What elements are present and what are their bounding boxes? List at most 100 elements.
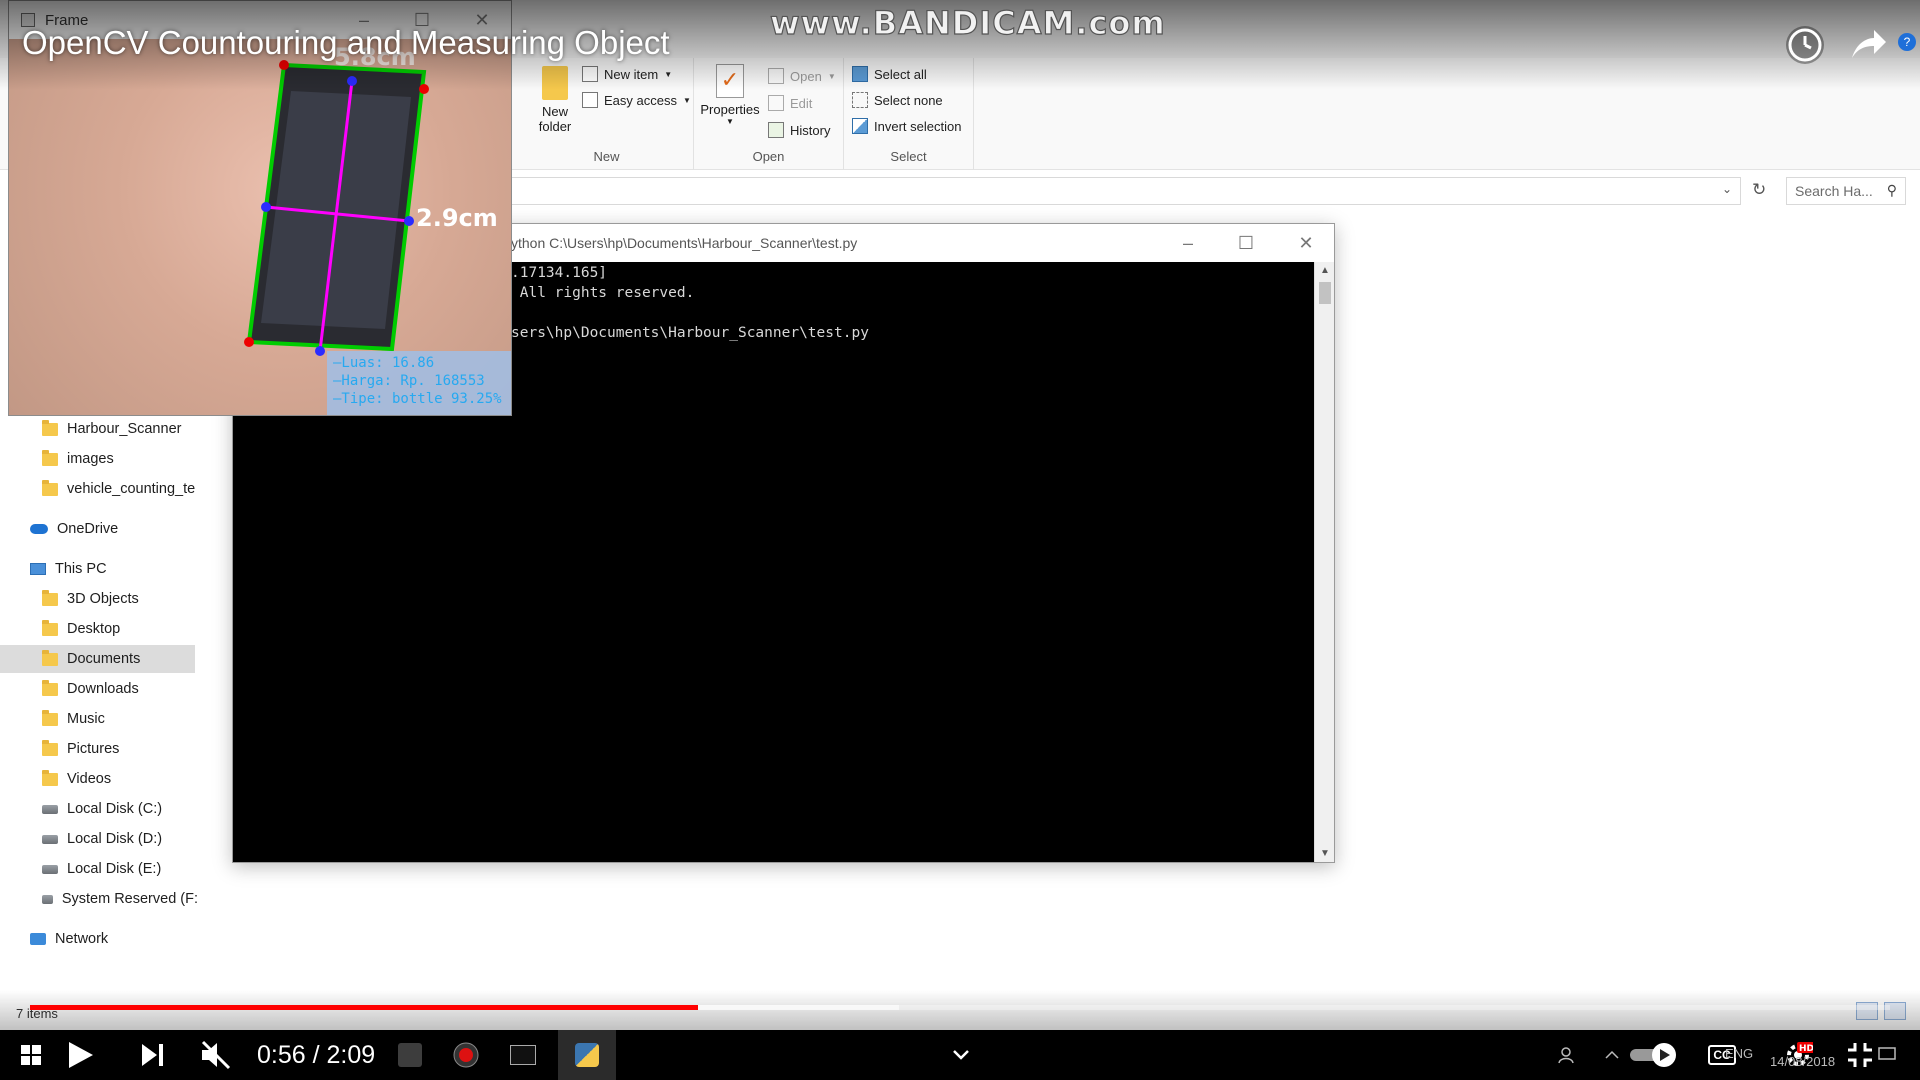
properties-label: Properties xyxy=(700,102,760,117)
onedrive-cloud-icon xyxy=(30,524,48,534)
sidebar-item-local-disk-c[interactable]: Local Disk (C:) xyxy=(0,795,198,823)
select-none-icon xyxy=(852,92,868,108)
sidebar-item-label: Documents xyxy=(67,651,141,667)
new-item-button[interactable]: New item ▼ xyxy=(582,66,672,82)
corner-point xyxy=(244,337,254,347)
share-arrow-icon[interactable] xyxy=(1848,24,1888,64)
dropdown-arrow-icon: ▼ xyxy=(664,69,673,79)
sidebar-item-documents[interactable]: Documents xyxy=(0,645,195,673)
sidebar-item-label: Harbour_Scanner xyxy=(67,421,182,437)
play-icon[interactable] xyxy=(58,1030,102,1080)
folder-icon xyxy=(42,769,58,786)
sidebar-item-images[interactable]: images xyxy=(0,445,198,473)
cmd-taskbar-icon[interactable] xyxy=(500,1030,546,1080)
python-taskbar-icon[interactable] xyxy=(558,1030,616,1080)
new-folder-button[interactable]: New folder xyxy=(530,66,580,134)
dropdown-arrow-icon: ▼ xyxy=(682,95,691,105)
properties-button[interactable]: ✓ Properties ▼ xyxy=(698,64,762,126)
folder-icon xyxy=(42,709,58,726)
progress-bar[interactable] xyxy=(30,1005,1890,1010)
next-icon[interactable] xyxy=(134,1030,170,1080)
edit-button[interactable]: Edit xyxy=(768,95,812,111)
sidebar-item-label: Music xyxy=(67,711,105,727)
drive-icon xyxy=(42,894,53,904)
ribbon-group-select: Select all Select none Invert selection … xyxy=(844,58,974,170)
easy-access-icon xyxy=(582,92,598,108)
folder-icon xyxy=(42,589,58,606)
sidebar-item-local-disk-e[interactable]: Local Disk (E:) xyxy=(0,855,198,883)
sidebar-item-label: OneDrive xyxy=(57,521,119,537)
windows-start-icon[interactable] xyxy=(16,1030,46,1080)
chevron-down-icon[interactable]: ⌄ xyxy=(1722,182,1732,196)
sidebar-item-local-disk-d[interactable]: Local Disk (D:) xyxy=(0,825,198,853)
sidebar-item-vehicle-counting-te[interactable]: vehicle_counting_te xyxy=(0,475,198,503)
open-button[interactable]: Open ▼ xyxy=(768,68,836,84)
invert-selection-button[interactable]: Invert selection xyxy=(852,118,961,134)
scroll-down-icon[interactable]: ▼ xyxy=(1315,848,1335,859)
minimize-icon[interactable]: – xyxy=(1173,230,1203,256)
sidebar-item-pictures[interactable]: Pictures xyxy=(0,735,198,763)
folder-icon xyxy=(42,419,58,436)
sidebar-item-label: vehicle_counting_te xyxy=(67,481,196,497)
edit-icon xyxy=(768,95,784,111)
sidebar-item-videos[interactable]: Videos xyxy=(0,765,198,793)
sidebar-item-label: images xyxy=(67,451,114,467)
network-icon xyxy=(30,933,46,945)
sidebar-item-network[interactable]: Network xyxy=(0,925,198,953)
ribbon-group-open: ✓ Properties ▼ Open ▼ Edit History Open xyxy=(694,58,844,170)
scrollbar-thumb[interactable] xyxy=(1319,282,1331,304)
new-item-label: New item xyxy=(604,66,659,82)
bandicam-record-icon[interactable] xyxy=(444,1030,488,1080)
dropdown-arrow-icon: ▼ xyxy=(827,71,836,81)
sidebar-item-music[interactable]: Music xyxy=(0,705,198,733)
select-none-button[interactable]: Select none xyxy=(852,92,943,108)
mute-icon[interactable] xyxy=(196,1030,236,1080)
corner-point xyxy=(419,84,429,94)
new-folder-label: New folder xyxy=(538,104,572,134)
watch-later-clock-icon[interactable] xyxy=(1786,26,1824,64)
address-bar[interactable]: ⌄ xyxy=(505,177,1741,205)
sidebar-item-desktop[interactable]: Desktop xyxy=(0,615,198,643)
maximize-icon[interactable]: ☐ xyxy=(1231,230,1261,256)
console-line: sers\hp\Documents\Harbour_Scanner\test.p… xyxy=(511,325,869,341)
notification-icon[interactable] xyxy=(1872,1030,1902,1080)
sidebar-item-this-pc[interactable]: This PC xyxy=(0,555,198,583)
sidebar-item-system-reserved-f[interactable]: System Reserved (F: xyxy=(0,885,198,913)
chevron-down-icon[interactable] xyxy=(946,1030,976,1080)
sidebar-item-label: Local Disk (E:) xyxy=(67,861,162,877)
sidebar-item-onedrive[interactable]: OneDrive xyxy=(0,515,198,543)
refresh-icon[interactable]: ↻ xyxy=(1752,180,1766,200)
drive-icon xyxy=(42,864,58,874)
close-icon[interactable]: ✕ xyxy=(1291,230,1321,256)
sidebar-item-harbour-scanner[interactable]: Harbour_Scanner xyxy=(0,415,198,443)
ribbon-group-label-select: Select xyxy=(890,149,927,164)
search-input[interactable]: Search Ha... ⚲ xyxy=(1786,177,1906,205)
cmd-title-text: ython C:\Users\hp\Documents\Harbour_Scan… xyxy=(511,235,858,251)
video-title[interactable]: OpenCV Countouring and Measuring Object xyxy=(22,24,670,62)
midpoint xyxy=(404,216,414,226)
sidebar-item-label: Local Disk (C:) xyxy=(67,801,163,817)
select-all-button[interactable]: Select all xyxy=(852,66,927,82)
sidebar-item-downloads[interactable]: Downloads xyxy=(0,675,198,703)
folder-icon xyxy=(42,449,58,466)
sidebar-item-label: 3D Objects xyxy=(67,591,139,607)
midpoint xyxy=(347,76,357,86)
sidebar-item-3d-objects[interactable]: 3D Objects xyxy=(0,585,198,613)
progress-played xyxy=(30,1005,698,1010)
autoplay-toggle[interactable] xyxy=(1628,1030,1684,1080)
select-none-label: Select none xyxy=(874,92,943,108)
tray-expand-icon[interactable] xyxy=(1600,1030,1624,1080)
ribbon-group-label-new: New xyxy=(593,149,620,164)
help-icon[interactable]: ? xyxy=(1898,33,1916,51)
easy-access-button[interactable]: Easy access ▼ xyxy=(582,92,691,108)
sidebar-item-label: Network xyxy=(55,931,109,947)
language-indicator[interactable]: ENG xyxy=(1725,1046,1753,1061)
cmd-scrollbar[interactable]: ▲ ▼ xyxy=(1314,262,1334,862)
people-icon[interactable] xyxy=(1552,1030,1580,1080)
folder-icon xyxy=(542,66,568,100)
history-button[interactable]: History xyxy=(768,122,830,138)
sublime-text-icon[interactable] xyxy=(388,1030,432,1080)
sidebar-item-label: Downloads xyxy=(67,681,139,697)
scroll-up-icon[interactable]: ▲ xyxy=(1315,265,1335,276)
info-type: —Tipe: bottle 93.25% xyxy=(333,391,502,407)
